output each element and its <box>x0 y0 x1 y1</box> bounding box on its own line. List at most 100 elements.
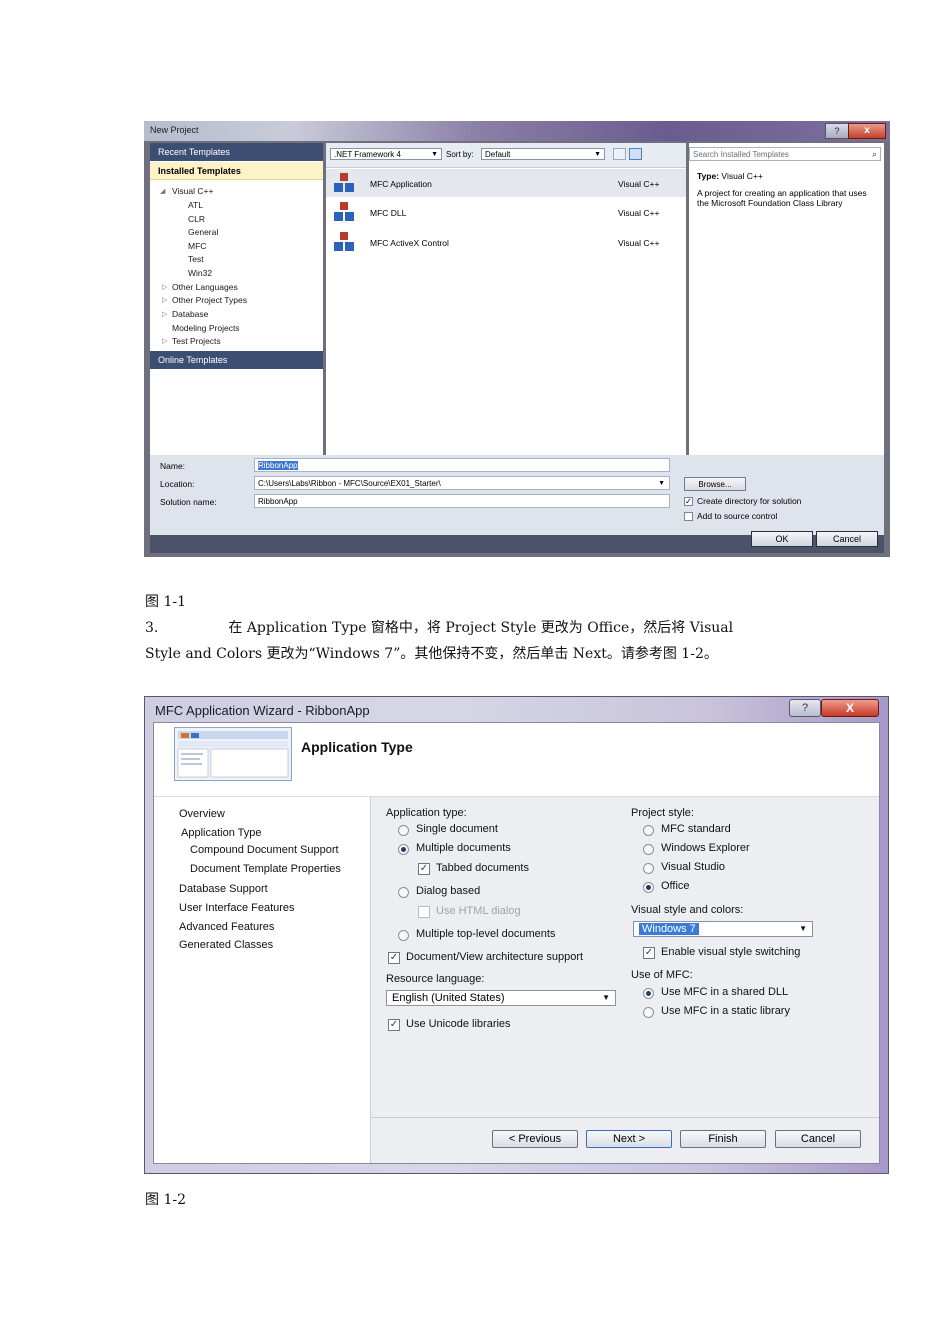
static-library-label: Use MFC in a static library <box>661 1005 790 1017</box>
ok-button[interactable]: OK <box>751 531 813 547</box>
create-directory-label: Create directory for solution <box>697 496 802 506</box>
collapse-arrow-icon[interactable]: ▷ <box>162 337 167 345</box>
mfc-standard-radio[interactable] <box>643 825 654 836</box>
tree-item-win32[interactable]: Win32 <box>188 268 212 278</box>
options-pane: Application type: Single document Multip… <box>371 797 879 1163</box>
nav-item-overview[interactable]: Overview <box>179 808 225 820</box>
installed-templates-header[interactable]: Installed Templates <box>150 162 323 180</box>
create-directory-checkbox[interactable]: ✓ <box>684 497 693 506</box>
template-row-mfc-activex[interactable]: MFC ActiveX Control Visual C++ <box>326 228 686 256</box>
nav-item-generated-classes[interactable]: Generated Classes <box>179 939 273 951</box>
solution-name-input[interactable]: RibbonApp <box>254 494 670 508</box>
add-source-control-checkbox[interactable] <box>684 512 693 521</box>
nav-item-database-support[interactable]: Database Support <box>179 883 268 895</box>
enable-switching-checkbox[interactable]: ✓ <box>643 947 655 959</box>
location-dropdown[interactable]: C:\Users\Labs\Ribbon - MFC\Source\EX01_S… <box>254 476 670 490</box>
finish-button[interactable]: Finish <box>680 1130 766 1148</box>
solution-name-value: RibbonApp <box>258 497 298 506</box>
project-style-label: Project style: <box>631 807 694 819</box>
visual-style-dropdown[interactable]: Windows 7 ▼ <box>633 921 813 937</box>
mfc-icon <box>334 173 354 193</box>
collapse-arrow-icon[interactable]: ▷ <box>162 283 167 291</box>
windows-explorer-radio[interactable] <box>643 844 654 855</box>
recent-templates-header[interactable]: Recent Templates <box>150 143 323 161</box>
shared-dll-radio[interactable] <box>643 988 654 999</box>
template-list-pane: .NET Framework 4 ▼ Sort by: Default ▼ MFC … <box>326 143 686 455</box>
single-document-radio[interactable] <box>398 825 409 836</box>
doc-view-checkbox[interactable]: ✓ <box>388 952 400 964</box>
new-project-dialog: New Project ? x Recent Templates Install… <box>144 121 890 557</box>
tree-item-visual-cpp[interactable]: Visual C++ <box>172 186 213 196</box>
visual-studio-radio[interactable] <box>643 863 654 874</box>
tree-item-test-projects[interactable]: Test Projects <box>172 336 221 346</box>
small-icons-view-icon[interactable] <box>613 148 626 160</box>
template-details-pane: Search Installed Templates ⌕ Type: Visual… <box>689 143 884 455</box>
previous-button[interactable]: < Previous <box>492 1130 578 1148</box>
tree-item-database[interactable]: Database <box>172 309 208 319</box>
browse-button[interactable]: Browse... <box>684 477 746 491</box>
name-input[interactable]: RibbonApp <box>254 458 670 472</box>
list-view-icon[interactable] <box>629 148 642 160</box>
help-button[interactable]: ? <box>789 699 821 717</box>
tree-item-other-project-types[interactable]: Other Project Types <box>172 295 247 305</box>
multiple-top-level-radio[interactable] <box>398 930 409 941</box>
tree-item-other-languages[interactable]: Other Languages <box>172 282 238 292</box>
office-radio[interactable] <box>643 882 654 893</box>
instruction-line-2: Style and Colors 更改为“Windows 7”。其他保持不变，然… <box>145 646 718 662</box>
figure-caption-1: 图 1-1 <box>145 594 186 610</box>
multiple-documents-label: Multiple documents <box>416 842 511 854</box>
search-icon[interactable]: ⌕ <box>872 148 877 161</box>
cancel-button[interactable]: Cancel <box>816 531 878 547</box>
use-html-dialog-checkbox[interactable] <box>418 906 430 918</box>
template-name: MFC DLL <box>370 208 407 218</box>
online-templates-header[interactable]: Online Templates <box>150 351 323 369</box>
chevron-down-icon: ▼ <box>431 151 438 158</box>
template-language: Visual C++ <box>618 179 660 189</box>
nav-item-compound-document[interactable]: Compound Document Support <box>190 844 339 856</box>
framework-dropdown[interactable]: .NET Framework 4 ▼ <box>330 148 442 160</box>
instruction-line-1: 3. 在 Application Type 窗格中，将 Project Styl… <box>145 620 734 636</box>
tree-item-mfc[interactable]: MFC <box>188 241 206 251</box>
tree-item-clr[interactable]: CLR <box>188 214 205 224</box>
nav-item-application-type[interactable]: Application Type <box>181 827 262 839</box>
template-row-mfc-dll[interactable]: MFC DLL Visual C++ <box>326 198 686 226</box>
nav-item-user-interface[interactable]: User Interface Features <box>179 902 295 914</box>
tree-item-modeling-projects[interactable]: Modeling Projects <box>172 323 240 333</box>
sort-dropdown[interactable]: Default ▼ <box>481 148 605 160</box>
chevron-down-icon: ▼ <box>799 924 807 933</box>
doc-view-label: Document/View architecture support <box>406 951 584 963</box>
nav-item-document-template[interactable]: Document Template Properties <box>190 863 341 875</box>
button-separator <box>371 1117 879 1118</box>
close-button[interactable]: x <box>848 123 886 139</box>
search-input[interactable]: Search Installed Templates ⌕ <box>689 147 881 161</box>
next-button[interactable]: Next > <box>586 1130 672 1148</box>
tabbed-documents-checkbox[interactable]: ✓ <box>418 863 430 875</box>
tree-item-atl[interactable]: ATL <box>188 200 203 210</box>
location-value: C:\Users\Labs\Ribbon - MFC\Source\EX01_S… <box>258 479 441 488</box>
tree-item-test[interactable]: Test <box>188 254 204 264</box>
resource-language-value: English (United States) <box>392 992 505 1004</box>
location-label: Location: <box>160 479 195 489</box>
solution-name-label: Solution name: <box>160 497 217 507</box>
multiple-documents-radio[interactable] <box>398 844 409 855</box>
mfc-icon <box>334 202 354 222</box>
cancel-button[interactable]: Cancel <box>775 1130 861 1148</box>
expand-arrow-icon[interactable]: ◢ <box>160 187 165 195</box>
wizard-banner: Application Type <box>154 723 879 797</box>
dialog-based-radio[interactable] <box>398 887 409 898</box>
use-unicode-checkbox[interactable]: ✓ <box>388 1019 400 1031</box>
search-placeholder: Search Installed Templates <box>693 150 789 159</box>
static-library-radio[interactable] <box>643 1007 654 1018</box>
collapse-arrow-icon[interactable]: ▷ <box>162 310 167 318</box>
template-name: MFC Application <box>370 179 432 189</box>
tree-item-general[interactable]: General <box>188 227 218 237</box>
window-title: New Project <box>150 125 199 135</box>
collapse-arrow-icon[interactable]: ▷ <box>162 296 167 304</box>
template-row-mfc-application[interactable]: MFC Application Visual C++ <box>326 169 686 197</box>
help-button[interactable]: ? <box>825 123 849 139</box>
close-button[interactable]: X <box>821 699 879 717</box>
page-heading: Application Type <box>301 739 413 755</box>
resource-language-dropdown[interactable]: English (United States) ▼ <box>386 990 616 1006</box>
nav-item-advanced-features[interactable]: Advanced Features <box>179 921 274 933</box>
shared-dll-label: Use MFC in a shared DLL <box>661 986 789 998</box>
